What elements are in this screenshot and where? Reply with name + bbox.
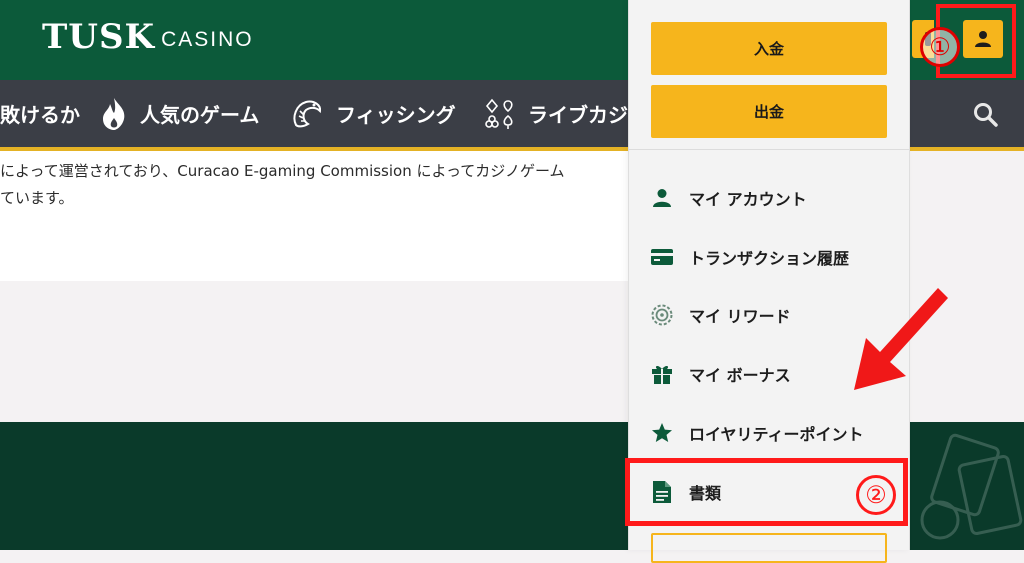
deposit-button[interactable]: 入金 bbox=[651, 22, 887, 75]
content-background bbox=[0, 281, 632, 422]
red-arrow-icon bbox=[854, 288, 948, 390]
nav-item-label: ライブカジ bbox=[528, 103, 628, 127]
withdraw-button[interactable]: 出金 bbox=[651, 85, 887, 138]
nav-item-popular-games[interactable]: 人気のゲーム bbox=[100, 80, 259, 147]
menu-item-label: ロイヤリティーポイント bbox=[689, 425, 864, 444]
menu-item-transaction-history[interactable]: トランザクション履歴 bbox=[629, 228, 909, 286]
menu-item-label: マイ ボーナス bbox=[689, 366, 791, 385]
credit-card-icon bbox=[651, 246, 673, 268]
user-icon bbox=[651, 187, 673, 209]
search-button[interactable] bbox=[972, 101, 1000, 129]
nav-item-label: 人気のゲーム bbox=[140, 103, 260, 127]
license-text-line-2: ています。 bbox=[0, 189, 74, 207]
menu-divider bbox=[629, 149, 909, 150]
nav-item-0[interactable]: 敗けるか bbox=[0, 80, 80, 147]
logo-main-text: TUSK bbox=[42, 17, 156, 57]
logo-sub-text: CASINO bbox=[161, 28, 254, 51]
casino-logo[interactable]: TUSK CASINO bbox=[42, 18, 254, 56]
flame-icon bbox=[100, 97, 128, 131]
license-text: によって運営されており、Curacao E-gaming Commission … bbox=[0, 158, 640, 212]
step-2-marker: ② bbox=[856, 475, 896, 515]
nav-item-fishing[interactable]: フィッシング bbox=[290, 80, 456, 147]
nav-item-label: フィッシング bbox=[336, 103, 456, 127]
menu-item-label: マイ アカウント bbox=[689, 190, 807, 209]
menu-item-label: トランザクション履歴 bbox=[689, 249, 850, 268]
star-icon bbox=[651, 422, 673, 444]
card-suits-icon bbox=[484, 98, 516, 130]
step-1-marker: ① bbox=[920, 27, 960, 67]
footer-decoration bbox=[910, 400, 1024, 550]
search-icon bbox=[974, 103, 998, 127]
fish-icon bbox=[290, 97, 324, 131]
logout-button[interactable] bbox=[651, 533, 887, 563]
nav-item-live-casino[interactable]: ライブカジ bbox=[484, 80, 628, 147]
reward-wheel-icon bbox=[651, 304, 673, 326]
menu-item-my-account[interactable]: マイ アカウント bbox=[629, 169, 909, 227]
menu-item-label: マイ リワード bbox=[689, 307, 791, 326]
license-text-line-1: によって運営されており、Curacao E-gaming Commission … bbox=[0, 162, 565, 180]
nav-item-label: 敗けるか bbox=[0, 103, 80, 127]
gift-icon bbox=[651, 363, 673, 385]
menu-item-loyalty-points[interactable]: ロイヤリティーポイント bbox=[629, 404, 909, 462]
